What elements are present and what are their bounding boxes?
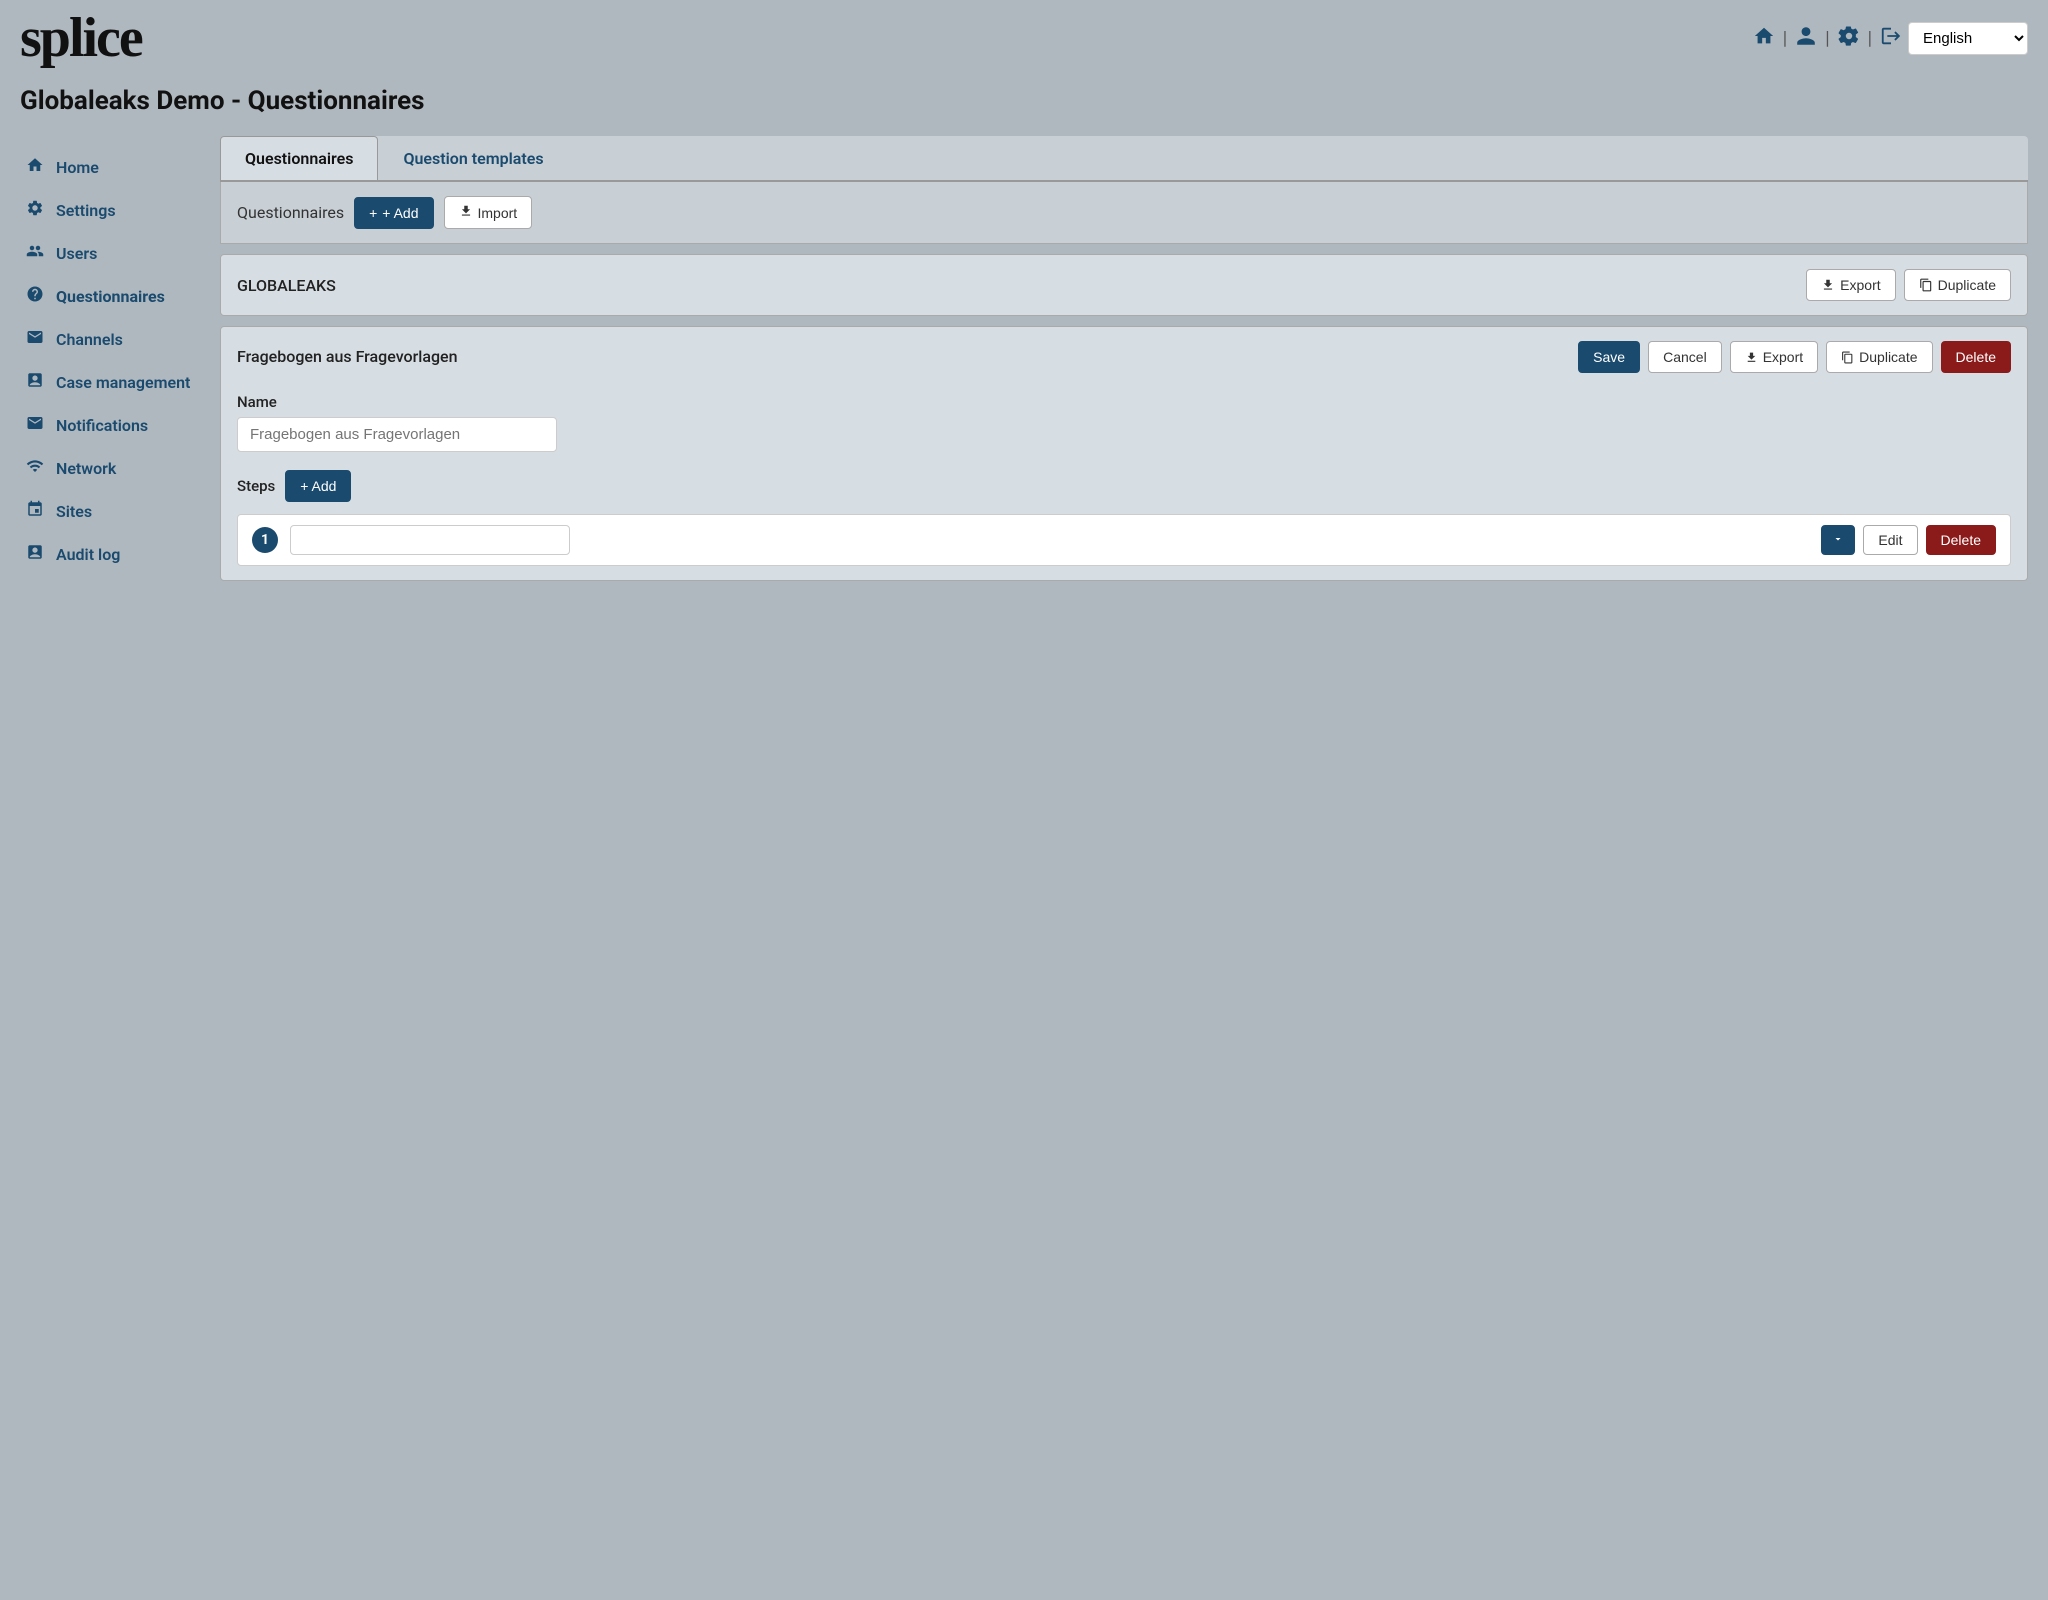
step-edit-button[interactable]: Edit	[1863, 525, 1917, 555]
save-button[interactable]: Save	[1578, 341, 1640, 373]
case-icon	[24, 371, 46, 394]
questionnaires-label-row: Questionnaires + + Add Import	[220, 182, 2028, 244]
sidebar-item-questionnaires[interactable]: Questionnaires	[10, 275, 210, 318]
cancel-button[interactable]: Cancel	[1648, 341, 1722, 373]
tabs-bar: Questionnaires Question templates	[220, 136, 2028, 182]
steps-header: Steps + Add	[237, 470, 2011, 502]
sidebar-item-questionnaires-label: Questionnaires	[56, 287, 165, 306]
sites-icon	[24, 500, 46, 523]
sidebar-item-case-management-label: Case management	[56, 373, 190, 392]
sidebar-item-network[interactable]: Network	[10, 447, 210, 490]
questionnaire-item-name: GLOBALEAKS	[237, 276, 336, 295]
sidebar-item-settings[interactable]: Settings	[10, 189, 210, 232]
settings-icon	[24, 199, 46, 222]
step-number: 1	[252, 527, 278, 553]
channels-icon	[24, 328, 46, 351]
edit-questionnaire-section: Fragebogen aus Fragevorlagen Save Cancel…	[220, 326, 2028, 581]
name-label: Name	[237, 393, 2011, 411]
page-title: Globaleaks Demo - Questionnaires	[0, 76, 2048, 136]
sidebar-item-sites-label: Sites	[56, 502, 92, 521]
sidebar-item-network-label: Network	[56, 459, 116, 478]
plus-icon: +	[369, 205, 377, 221]
edit-questionnaire-header: Fragebogen aus Fragevorlagen Save Cancel…	[237, 341, 2011, 373]
home-icon	[24, 156, 46, 179]
sidebar-item-audit-log-label: Audit log	[56, 545, 120, 564]
globaleaks-export-button[interactable]: Export	[1806, 269, 1895, 301]
questionnaire-item-globaleaks: GLOBALEAKS Export Duplicate	[220, 254, 2028, 316]
sidebar-item-sites[interactable]: Sites	[10, 490, 210, 533]
import-icon	[459, 204, 473, 221]
questionnaires-section-label: Questionnaires	[237, 203, 344, 222]
header-icons: | | | English Deutsch Français Español	[1753, 22, 2028, 55]
add-questionnaire-button[interactable]: + + Add	[354, 197, 433, 229]
sidebar-item-users[interactable]: Users	[10, 232, 210, 275]
edit-duplicate-button[interactable]: Duplicate	[1826, 341, 1932, 373]
name-form-group: Name	[237, 393, 2011, 452]
separator-1: |	[1783, 28, 1787, 49]
edit-export-button[interactable]: Export	[1730, 341, 1818, 373]
notifications-icon	[24, 414, 46, 437]
sidebar-item-case-management[interactable]: Case management	[10, 361, 210, 404]
sidebar-item-home-label: Home	[56, 158, 99, 177]
content-area: Questionnaires Question templates Questi…	[210, 136, 2038, 591]
chevron-down-button[interactable]	[1821, 525, 1855, 555]
tab-questionnaires[interactable]: Questionnaires	[220, 136, 378, 180]
sidebar-item-notifications-label: Notifications	[56, 416, 148, 435]
globaleaks-duplicate-button[interactable]: Duplicate	[1904, 269, 2011, 301]
separator-3: |	[1868, 28, 1872, 49]
network-icon	[24, 457, 46, 480]
step-item: 1 Edit Delete	[237, 514, 2011, 566]
name-input[interactable]	[237, 417, 557, 452]
step-delete-button[interactable]: Delete	[1926, 525, 1996, 555]
step-actions: Edit Delete	[1821, 525, 1996, 555]
logo: splice	[20, 10, 142, 66]
sidebar-item-notifications[interactable]: Notifications	[10, 404, 210, 447]
sidebar-item-channels-label: Channels	[56, 330, 123, 349]
tab-question-templates[interactable]: Question templates	[378, 136, 568, 180]
language-select[interactable]: English Deutsch Français Español	[1908, 22, 2028, 55]
home-icon[interactable]	[1753, 25, 1775, 52]
edit-delete-button[interactable]: Delete	[1941, 341, 2011, 373]
globaleaks-item-actions: Export Duplicate	[1806, 269, 2011, 301]
steps-label: Steps	[237, 477, 275, 495]
sidebar-item-channels[interactable]: Channels	[10, 318, 210, 361]
sidebar-item-home[interactable]: Home	[10, 146, 210, 189]
gear-icon[interactable]	[1838, 25, 1860, 52]
questionnaires-icon	[24, 285, 46, 308]
sidebar: Home Settings Users Questionnaires Chann	[10, 136, 210, 591]
separator-2: |	[1825, 28, 1829, 49]
users-icon	[24, 242, 46, 265]
sidebar-item-settings-label: Settings	[56, 201, 116, 220]
import-button[interactable]: Import	[444, 196, 533, 229]
header: splice | | | English Deutsch Français Es…	[0, 0, 2048, 76]
edit-questionnaire-title: Fragebogen aus Fragevorlagen	[237, 341, 458, 366]
audit-icon	[24, 543, 46, 566]
user-icon[interactable]	[1795, 25, 1817, 52]
add-step-button[interactable]: + Add	[285, 470, 351, 502]
sidebar-item-users-label: Users	[56, 244, 97, 263]
edit-questionnaire-actions: Save Cancel Export Duplicate Delete	[1578, 341, 2011, 373]
sidebar-item-audit-log[interactable]: Audit log	[10, 533, 210, 576]
main-layout: Home Settings Users Questionnaires Chann	[0, 136, 2048, 591]
step-input[interactable]	[290, 525, 570, 555]
logout-icon[interactable]	[1880, 25, 1902, 52]
